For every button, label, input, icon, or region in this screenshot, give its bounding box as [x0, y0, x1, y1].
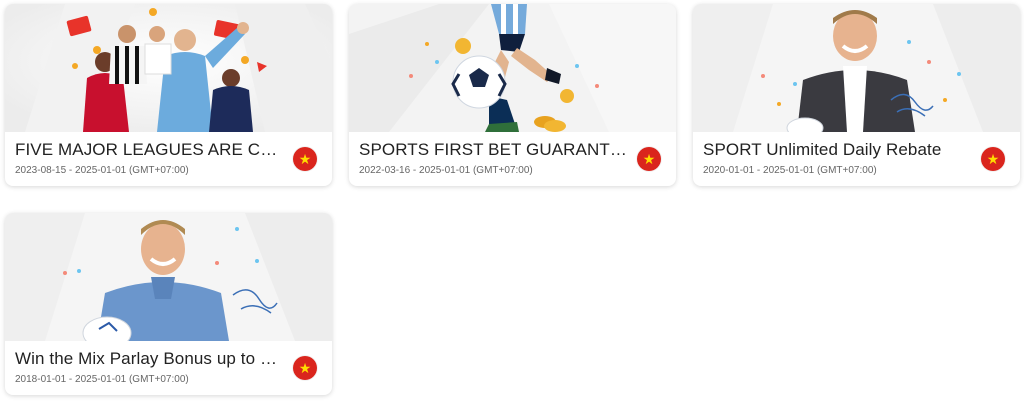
- vietnam-flag-icon: ★: [293, 147, 317, 171]
- promotion-title[interactable]: SPORT Unlimited Daily Rebate: [703, 140, 973, 160]
- promotion-card[interactable]: FIVE MAJOR LEAGUES ARE CHAMPIONS 2023-08…: [5, 4, 332, 186]
- football-kick-illustration: [349, 4, 676, 132]
- ambassador-polo-illustration: [5, 213, 332, 341]
- vietnam-flag-icon: ★: [637, 147, 661, 171]
- promotion-title[interactable]: SPORTS FIRST BET GUARANTEE: [359, 140, 629, 160]
- promotion-banner-image[interactable]: [5, 213, 332, 341]
- promotion-date-range: 2018-01-01 - 2025-01-01 (GMT+07:00): [15, 374, 189, 385]
- promotion-title[interactable]: FIVE MAJOR LEAGUES ARE CHAMPIONS: [15, 140, 285, 160]
- promotion-banner-image[interactable]: [349, 4, 676, 132]
- promotion-title[interactable]: Win the Mix Parlay Bonus up to 100%: [15, 349, 285, 369]
- vietnam-flag-icon: ★: [981, 147, 1005, 171]
- promotion-date-range: 2020-01-01 - 2025-01-01 (GMT+07:00): [703, 165, 877, 176]
- football-players-illustration: [5, 4, 332, 132]
- promotion-grid: FIVE MAJOR LEAGUES ARE CHAMPIONS 2023-08…: [0, 0, 1024, 401]
- promotion-banner-image[interactable]: [693, 4, 1020, 132]
- vietnam-flag-icon: ★: [293, 356, 317, 380]
- promotion-card[interactable]: SPORT Unlimited Daily Rebate 2020-01-01 …: [693, 4, 1020, 186]
- promotion-card[interactable]: Win the Mix Parlay Bonus up to 100% 2018…: [5, 213, 332, 395]
- promotion-card[interactable]: SPORTS FIRST BET GUARANTEE 2022-03-16 - …: [349, 4, 676, 186]
- promotion-date-range: 2023-08-15 - 2025-01-01 (GMT+07:00): [15, 165, 189, 176]
- promotion-banner-image[interactable]: [5, 4, 332, 132]
- promotion-date-range: 2022-03-16 - 2025-01-01 (GMT+07:00): [359, 165, 533, 176]
- ambassador-suit-illustration: [693, 4, 1020, 132]
